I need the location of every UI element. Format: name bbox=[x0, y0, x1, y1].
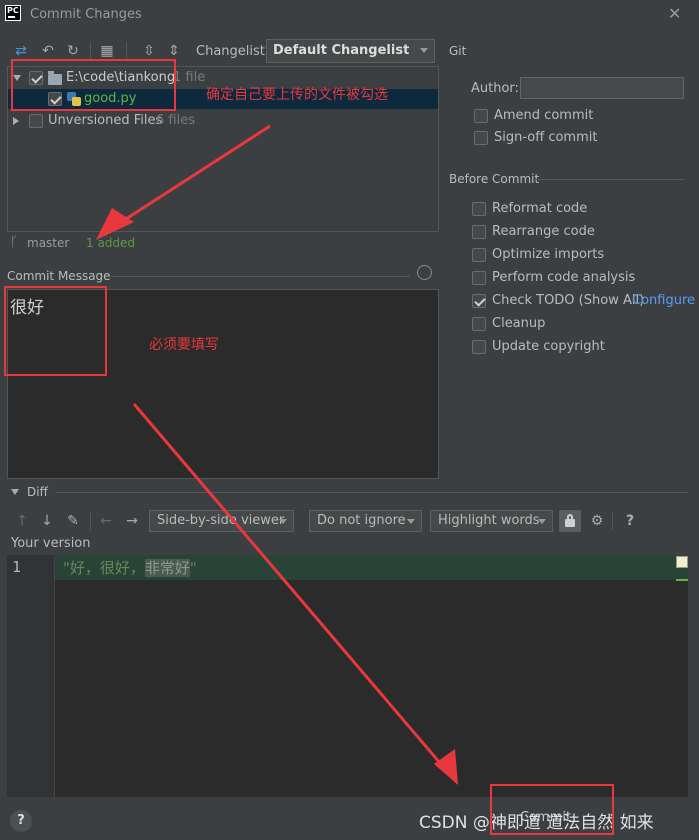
annotation-arrows bbox=[96, 124, 458, 785]
arrow-to-message-head bbox=[96, 208, 134, 240]
arrow-to-commit-head bbox=[434, 749, 458, 785]
arrow-to-message-line bbox=[111, 124, 271, 230]
arrow-to-commit-line bbox=[132, 403, 448, 771]
